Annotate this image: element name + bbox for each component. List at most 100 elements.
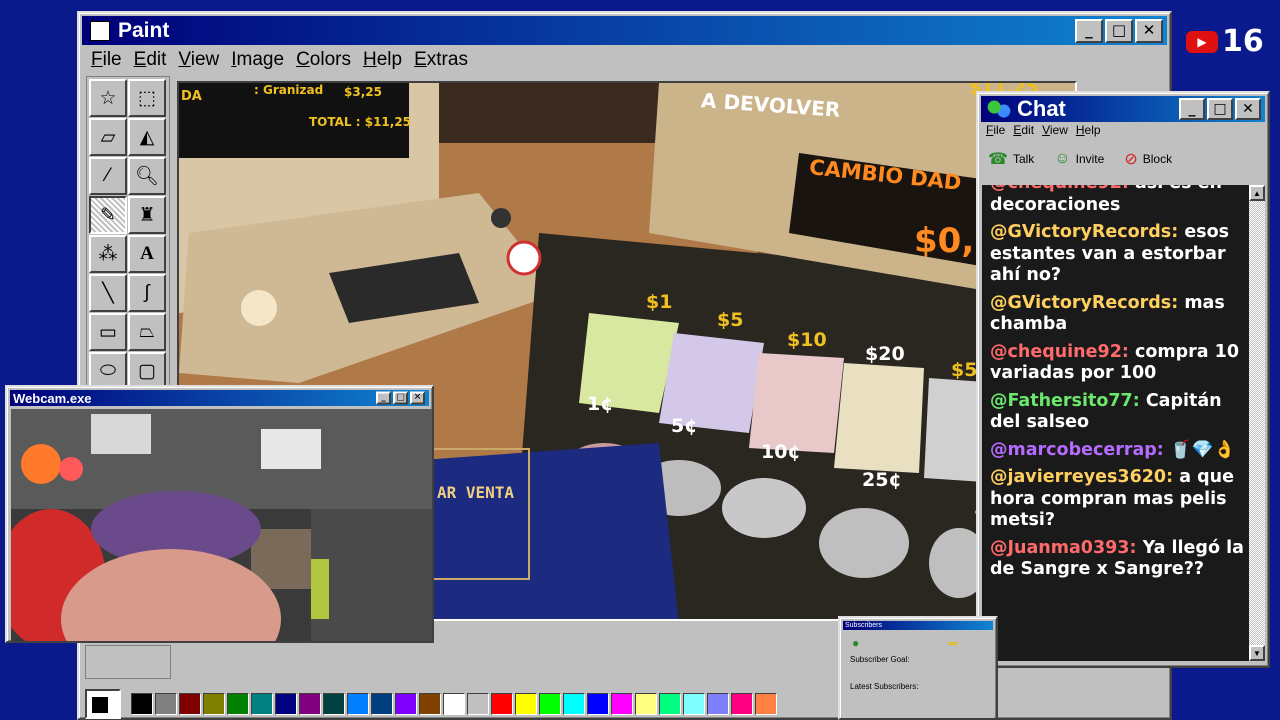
chat-title: Chat [1017,96,1066,121]
palette-swatch[interactable] [563,693,585,715]
palette-swatch[interactable] [731,693,753,715]
bill-label-1: $1 [646,291,673,313]
curve-icon[interactable]: ∫ [128,274,166,312]
chat-username[interactable]: @GVictoryRecords: [990,293,1178,313]
talk-button[interactable]: ☎ Talk [988,149,1034,169]
current-colors[interactable] [85,689,121,719]
palette-swatch[interactable] [299,693,321,715]
chat-window: Chat _ □ ✕ File Edit View Help ☎ Talk ☺ In… [976,91,1270,668]
webcam-minimize-button[interactable]: _ [376,391,391,405]
menu-file[interactable]: File [85,49,128,71]
palette-swatch[interactable] [707,693,729,715]
menu-image[interactable]: Image [225,49,290,71]
chat-scrollbar[interactable]: ▲ ▼ [1249,185,1265,661]
palette-swatch[interactable] [395,693,417,715]
fill-bucket-icon[interactable]: ◭ [128,118,166,156]
chat-menu-view[interactable]: View [1038,123,1072,137]
minimize-button[interactable]: _ [1075,18,1103,43]
pencil-icon[interactable]: ✎ [89,196,127,234]
paint-titlebar[interactable]: Paint _ □ ✕ [82,16,1167,45]
chat-username[interactable]: @marcobecerrap: [990,440,1164,460]
menu-extras[interactable]: Extras [408,49,474,71]
chat-menu-help[interactable]: Help [1072,123,1105,137]
chat-maximize-button[interactable]: □ [1207,98,1233,120]
free-select-icon[interactable]: ☆ [89,79,127,117]
chat-username[interactable]: @chequine92: [990,342,1129,362]
menu-help[interactable]: Help [357,49,408,71]
bill-20 [834,363,924,473]
palette-swatch[interactable] [131,693,153,715]
foreground-color[interactable] [91,696,109,714]
palette-swatch[interactable] [683,693,705,715]
chat-username[interactable]: @GVictoryRecords: [990,222,1178,242]
palette-swatch[interactable] [467,693,489,715]
menu-view[interactable]: View [172,49,225,71]
bill-label-5: $5 [717,309,744,331]
chat-minimize-button[interactable]: _ [1179,98,1205,120]
chat-close-button[interactable]: ✕ [1235,98,1261,120]
block-button[interactable]: ⊘ Block [1124,149,1172,169]
maximize-button[interactable]: □ [1105,18,1133,43]
scroll-up-arrow-icon[interactable]: ▲ [1249,185,1265,201]
webcam-titlebar[interactable]: Webcam.exe _ □ ✕ [10,390,429,406]
youtube-play-icon: ▶ [1186,30,1218,53]
menu-edit[interactable]: Edit [128,49,173,71]
text-icon[interactable]: A [128,235,166,273]
palette-swatch[interactable] [539,693,561,715]
chat-username[interactable]: @chequine92: [990,185,1129,193]
palette-swatch[interactable] [155,693,177,715]
palette-swatch[interactable] [275,693,297,715]
palette-swatch[interactable] [179,693,201,715]
chat-username[interactable]: @Fathersito77: [990,391,1140,411]
polygon-icon[interactable]: ⏢ [128,313,166,351]
magnifier-icon[interactable]: 🔍︎ [128,157,166,195]
close-button[interactable]: ✕ [1135,18,1163,43]
bill-10 [749,353,844,453]
palette-swatch[interactable] [203,693,225,715]
palette-swatch[interactable] [227,693,249,715]
palette-swatch[interactable] [347,693,369,715]
chat-titlebar[interactable]: Chat _ □ ✕ [981,96,1265,122]
palette-swatch[interactable] [491,693,513,715]
bill-label-20: $20 [865,343,905,365]
palette-swatch[interactable] [371,693,393,715]
invite-icon: ☺ [1054,150,1071,167]
palette-swatch[interactable] [323,693,345,715]
rect-select-icon[interactable]: ⬚ [128,79,166,117]
chat-username[interactable]: @javierreyes3620: [990,467,1173,487]
palette-swatch[interactable] [587,693,609,715]
palette-swatch[interactable] [611,693,633,715]
coin-label-5: 5¢ [671,415,698,437]
subscriber-goal-label: Subscriber Goal: [850,655,910,664]
palette-swatch[interactable] [755,693,777,715]
color-picker-icon[interactable]: ⁄ [89,157,127,195]
invite-button[interactable]: ☺ Invite [1054,150,1104,168]
chat-menu-edit[interactable]: Edit [1009,123,1038,137]
brush-icon[interactable]: ♜ [128,196,166,234]
coin-label-1: 1¢ [587,393,614,415]
chat-toolbar: ☎ Talk ☺ Invite ⊘ Block [988,149,1172,169]
menu-colors[interactable]: Colors [290,49,357,71]
scroll-down-arrow-icon[interactable]: ▼ [1249,645,1265,661]
chat-message: @GVictoryRecords: esos estantes van a es… [990,222,1251,287]
game-cambio-value: $0, [914,221,975,261]
subscribers-titlebar[interactable]: Subscribers [843,621,993,630]
toolbox: ☆ ⬚ ▱ ◭ ⁄ 🔍︎ ✎ ♜ ⁂ A ╲ ∫ ▭ ⏢ ⬭ ▢ [86,76,170,396]
airbrush-icon[interactable]: ⁂ [89,235,127,273]
palette-swatch[interactable] [515,693,537,715]
chat-menu-file[interactable]: File [982,123,1009,137]
chat-username[interactable]: @Juanma0393: [990,538,1137,558]
chat-messages[interactable]: @chequine92: así es en decoraciones @GVic… [982,185,1257,661]
color-palette [85,689,777,719]
palette-swatch[interactable] [251,693,273,715]
palette-swatch[interactable] [443,693,465,715]
palette-swatch[interactable] [419,693,441,715]
line-icon[interactable]: ╲ [89,274,127,312]
webcam-window: Webcam.exe _ □ ✕ [5,385,434,643]
webcam-maximize-button[interactable]: □ [393,391,408,405]
webcam-close-button[interactable]: ✕ [410,391,425,405]
rectangle-icon[interactable]: ▭ [89,313,127,351]
palette-swatch[interactable] [659,693,681,715]
eraser-icon[interactable]: ▱ [89,118,127,156]
palette-swatch[interactable] [635,693,657,715]
